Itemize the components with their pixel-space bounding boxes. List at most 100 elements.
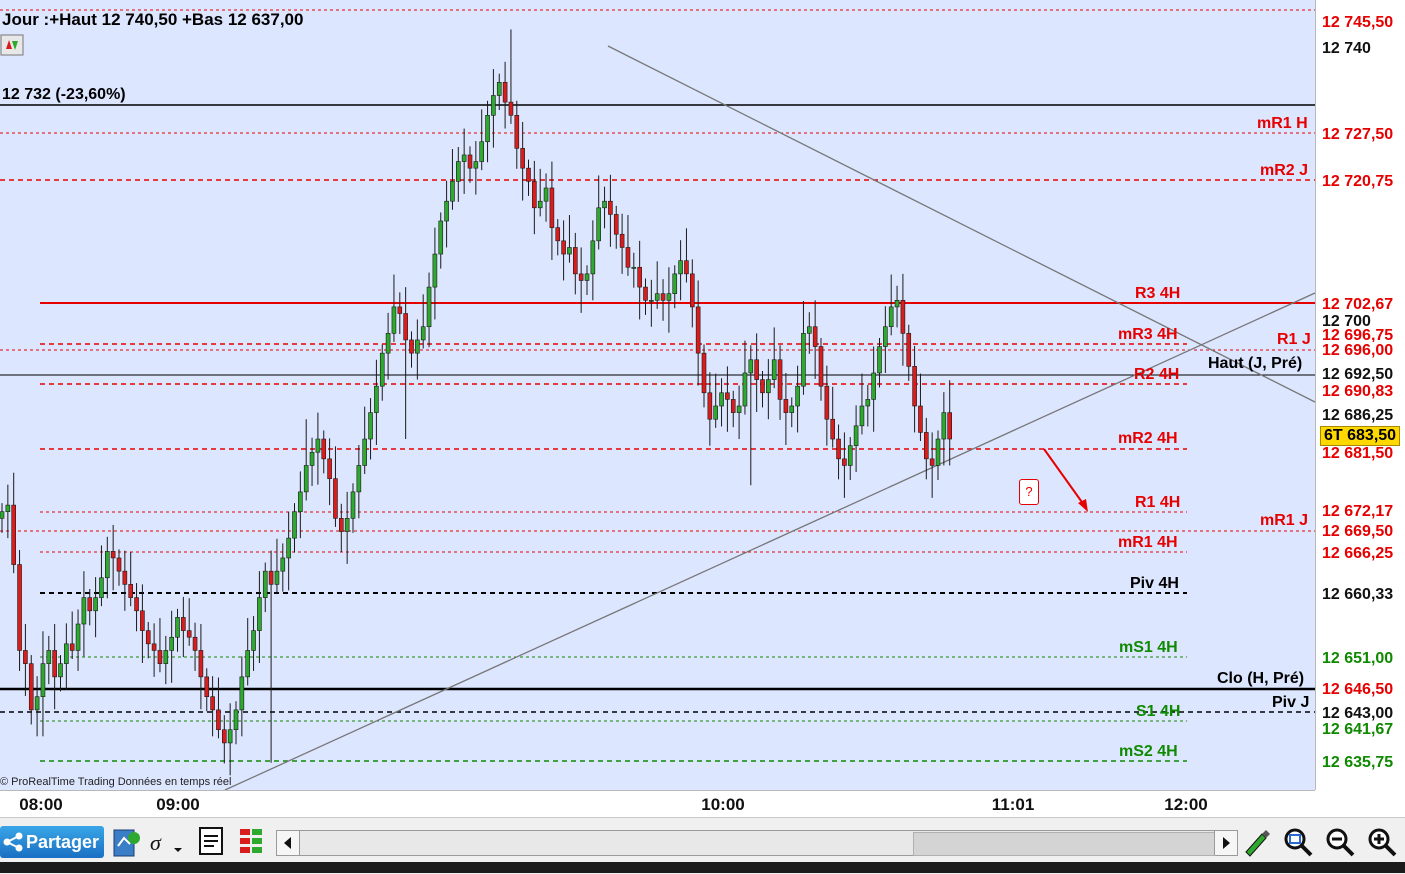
zoom-select-icon[interactable] [1282, 826, 1316, 860]
scroll-right-button[interactable] [1214, 831, 1237, 855]
candle-body [502, 81, 508, 103]
candle-body [333, 478, 338, 519]
candle-body [93, 597, 98, 612]
time-tick: 11:01 [991, 795, 1035, 814]
candle-body [912, 366, 917, 407]
candle-body [660, 293, 666, 301]
price-tag: 12 696,00 [1322, 342, 1394, 360]
candle-body [338, 518, 344, 532]
candle-body [631, 266, 637, 269]
indicator-icon[interactable] [112, 826, 146, 860]
candle-body [883, 326, 888, 347]
trendline-descending [607, 45, 1315, 403]
price-tag: 12 720,75 [1322, 173, 1394, 191]
candle-body [362, 438, 368, 466]
time-axis[interactable]: 08:00 09:00 10:00 11:01 12:00 [0, 790, 1315, 817]
candle-body [824, 385, 830, 420]
candle-body [806, 326, 812, 334]
candle-body [368, 412, 373, 440]
candle-body [157, 650, 163, 664]
candle-body [836, 438, 841, 460]
scroll-left-button[interactable] [277, 831, 300, 855]
refresh-arrows-icon[interactable] [0, 34, 24, 56]
candle-body [496, 81, 502, 96]
candle-body [321, 438, 327, 460]
candle-body [532, 181, 537, 209]
candle-body [420, 326, 426, 341]
data-source-label: © ProRealTime Trading Données en temps r… [0, 776, 232, 788]
chart-plot-area[interactable]: Jour :+Haut 12 740,50 +Bas 12 637,00 12 … [0, 0, 1315, 790]
candle-body [450, 181, 455, 202]
price-axis[interactable]: 12 745,50 12 740 12 727,50 12 720,75 12 … [1315, 0, 1405, 790]
window-bottom-edge [0, 862, 1405, 873]
projection-arrow [1043, 448, 1085, 506]
candle-body [303, 465, 309, 493]
candle-body [17, 564, 22, 651]
order-book-icon[interactable] [238, 826, 272, 860]
candle-body [105, 551, 110, 579]
candle-body [99, 577, 104, 598]
pencil-tool-icon[interactable] [1242, 826, 1276, 860]
candle-body [34, 696, 40, 711]
candle-body [795, 385, 800, 407]
candle-body [46, 650, 52, 664]
question-marker[interactable]: ? [1019, 479, 1039, 505]
candle-body [625, 247, 631, 268]
level-r2-4h: R2 4H [1134, 366, 1180, 383]
candlestick-chart[interactable] [0, 0, 1315, 790]
price-tag: 12 745,50 [1322, 14, 1394, 32]
price-tag-support: 12 651,00 [1322, 650, 1394, 668]
candle-body [649, 299, 654, 302]
candle-body [859, 405, 865, 427]
candle-body [941, 412, 947, 440]
price-tick: 12 686,25 [1322, 407, 1394, 424]
chevron-right-icon [1223, 837, 1230, 849]
candle-body [192, 636, 198, 651]
candle-body [613, 214, 619, 235]
candle-body [128, 584, 133, 598]
fx-dropdown-icon[interactable]: σ [148, 826, 182, 860]
level-mr2-4h: mR2 4H [1118, 430, 1178, 447]
candle-body [58, 663, 63, 678]
candle-body [444, 200, 449, 222]
price-tag: 12 672,17 [1322, 503, 1394, 521]
candle-body [64, 643, 69, 664]
zoom-in-icon[interactable] [1366, 826, 1400, 860]
candle-body [871, 372, 876, 400]
current-price-tag: 6T 683,50 [1320, 426, 1401, 446]
price-tag-support: 12 635,75 [1322, 754, 1394, 772]
candle-body [69, 643, 75, 651]
zoom-out-icon[interactable] [1324, 826, 1358, 860]
candle-body [239, 676, 245, 711]
level-s1-4h: S1 4H [1136, 703, 1181, 720]
candle-body [906, 333, 912, 367]
candle-body [643, 286, 648, 301]
candle-body [227, 729, 233, 744]
candle-body [730, 399, 736, 413]
horizontal-scrollbar[interactable] [276, 830, 1238, 856]
candle-body [28, 663, 34, 711]
candle-body [385, 333, 391, 354]
price-tick: 12 740 [1322, 40, 1371, 57]
price-tag: 12 690,83 [1322, 383, 1394, 401]
candle-body [116, 557, 122, 572]
candle-body [315, 438, 321, 453]
order-ticket-icon[interactable] [198, 826, 232, 860]
share-label: Partager [26, 832, 100, 852]
candle-body [637, 266, 642, 288]
candle-body [175, 617, 180, 638]
candle-body [374, 385, 379, 413]
candle-body [537, 200, 543, 209]
price-tag-pivot: 12 660,33 [1322, 586, 1394, 603]
candle-body [707, 392, 713, 420]
candle-body [210, 696, 215, 711]
candle-body [900, 299, 906, 334]
level-mr3-4h: mR3 4H [1118, 326, 1178, 343]
candle-body [736, 405, 742, 413]
share-button[interactable]: Partager [0, 826, 104, 858]
candle-body [479, 141, 485, 162]
level-haut-j-pre: Haut (J, Pré) [1208, 355, 1303, 372]
scroll-thumb[interactable] [913, 832, 1215, 856]
svg-text:σ: σ [150, 830, 162, 855]
price-tick: 12 692,50 [1322, 366, 1394, 383]
